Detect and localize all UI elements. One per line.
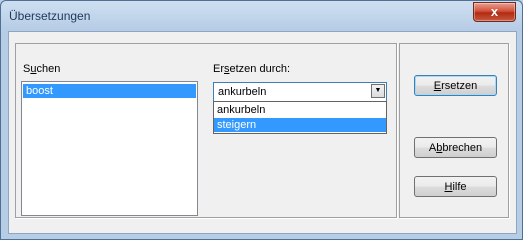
replace-combobox[interactable]: ankurbeln ▼ <box>213 82 387 102</box>
dropdown-option-highlighted[interactable]: steigern <box>214 118 386 132</box>
dropdown-arrow-icon[interactable]: ▼ <box>371 84 385 98</box>
help-button[interactable]: Hilfe <box>414 176 497 197</box>
search-list-item[interactable]: boost <box>23 84 196 98</box>
translations-dialog: Übersetzungen x Suchen boost Ersetzen du… <box>0 0 523 240</box>
cancel-button[interactable]: Abbrechen <box>414 137 497 158</box>
title-bar[interactable]: Übersetzungen x <box>1 1 522 31</box>
dropdown-option[interactable]: ankurbeln <box>214 103 386 117</box>
search-listbox[interactable]: boost <box>21 81 198 216</box>
dialog-body: Suchen boost Ersetzen durch: ankurbeln ▼… <box>8 31 517 234</box>
replace-button[interactable]: Ersetzen <box>414 75 497 96</box>
replace-label: Ersetzen durch: <box>213 63 291 75</box>
close-icon: x <box>490 4 499 19</box>
replace-combobox-value[interactable]: ankurbeln <box>218 86 266 98</box>
close-button[interactable]: x <box>473 2 516 22</box>
window-title: Übersetzungen <box>9 9 91 23</box>
search-label: Suchen <box>23 63 61 75</box>
replace-dropdown-list[interactable]: ankurbeln steigern <box>213 101 387 134</box>
